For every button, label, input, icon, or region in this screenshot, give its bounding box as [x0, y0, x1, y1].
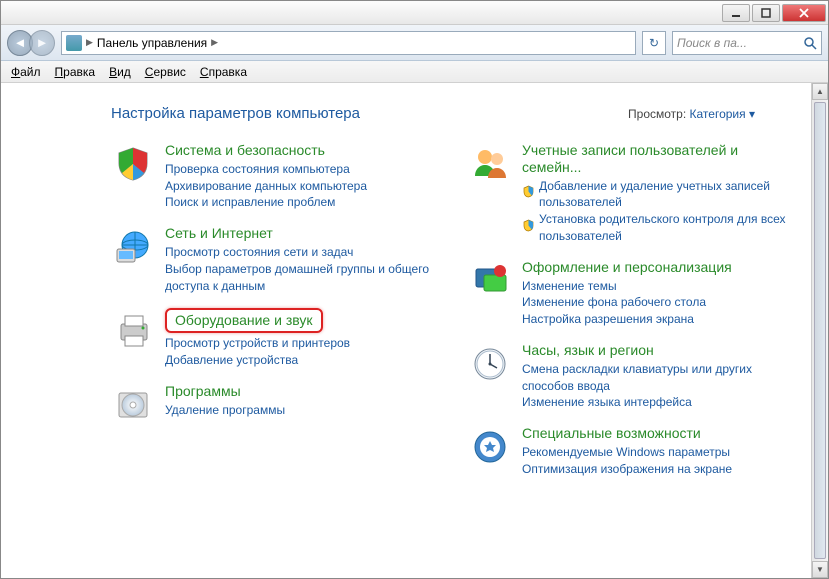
menubar: Файл Правка Вид Сервис Справка: [1, 61, 828, 83]
view-control: Просмотр: Категория ▾: [628, 107, 755, 121]
category-link[interactable]: Добавление устройства: [165, 352, 438, 369]
users-icon: [468, 142, 512, 186]
page-title: Настройка параметров компьютера: [111, 105, 360, 122]
category-link[interactable]: Изменение темы: [522, 278, 795, 295]
scroll-down-button[interactable]: ▼: [812, 561, 828, 578]
category-link[interactable]: Установка родительского контроля для все…: [522, 211, 795, 245]
navbar: ◄ ► ▶ Панель управления ▶ ↻ Поиск в па..…: [1, 25, 828, 61]
disc-icon: [111, 383, 155, 427]
menu-правка[interactable]: Правка: [55, 65, 96, 79]
category-title[interactable]: Система и безопасность: [165, 142, 438, 159]
control-panel-icon: [66, 35, 82, 51]
category-clock: Часы, язык и регион Смена раскладки клави…: [468, 342, 795, 411]
category-title[interactable]: Учетные записи пользователей и семейн...: [522, 142, 795, 176]
category-title[interactable]: Программы: [165, 383, 438, 400]
category-link[interactable]: Добавление и удаление учетных записей по…: [522, 178, 795, 212]
category-link[interactable]: Рекомендуемые Windows параметры: [522, 444, 795, 461]
scrollbar[interactable]: ▲ ▼: [811, 83, 828, 578]
category-link[interactable]: Архивирование данных компьютера: [165, 178, 438, 195]
breadcrumb[interactable]: Панель управления: [97, 36, 207, 50]
category-link[interactable]: Поиск и исправление проблем: [165, 194, 438, 211]
category-link[interactable]: Смена раскладки клавиатуры или других сп…: [522, 361, 795, 395]
category-printer: Оборудование и звук Просмотр устройств и …: [111, 308, 438, 368]
category-appearance: Оформление и персонализация Изменение тем…: [468, 259, 795, 328]
breadcrumb-sep-icon: ▶: [211, 37, 218, 48]
category-ease: Специальные возможности Рекомендуемые Win…: [468, 425, 795, 477]
clock-icon: [468, 342, 512, 386]
category-link[interactable]: Проверка состояния компьютера: [165, 161, 438, 178]
category-globe: Сеть и Интернет Просмотр состояния сети и…: [111, 225, 438, 294]
titlebar: [1, 1, 828, 25]
menu-файл[interactable]: Файл: [11, 65, 41, 79]
search-icon: [803, 36, 817, 50]
uac-shield-icon: [522, 219, 535, 237]
category-link[interactable]: Просмотр устройств и принтеров: [165, 335, 438, 352]
category-disc: Программы Удаление программы: [111, 383, 438, 427]
shield-icon: [111, 142, 155, 186]
category-link[interactable]: Выбор параметров домашней группы и общег…: [165, 261, 438, 295]
category-shield: Система и безопасность Проверка состояния…: [111, 142, 438, 211]
uac-shield-icon: [522, 185, 535, 203]
category-title[interactable]: Часы, язык и регион: [522, 342, 795, 359]
close-button[interactable]: [782, 4, 826, 22]
refresh-button[interactable]: ↻: [642, 31, 666, 55]
menu-справка[interactable]: Справка: [200, 65, 247, 79]
search-input[interactable]: Поиск в па...: [672, 31, 822, 55]
category-title[interactable]: Оборудование и звук: [165, 308, 323, 333]
category-title[interactable]: Сеть и Интернет: [165, 225, 438, 242]
breadcrumb-sep-icon: ▶: [86, 37, 93, 48]
menu-сервис[interactable]: Сервис: [145, 65, 186, 79]
category-link[interactable]: Настройка разрешения экрана: [522, 311, 795, 328]
forward-button[interactable]: ►: [29, 30, 55, 56]
maximize-button[interactable]: [752, 4, 780, 22]
printer-icon: [111, 308, 155, 352]
category-link[interactable]: Оптимизация изображения на экране: [522, 461, 795, 478]
scroll-thumb[interactable]: [814, 102, 826, 559]
chevron-down-icon: ▾: [749, 107, 755, 121]
category-link[interactable]: Изменение фона рабочего стола: [522, 294, 795, 311]
category-link[interactable]: Удаление программы: [165, 402, 438, 419]
address-bar[interactable]: ▶ Панель управления ▶: [61, 31, 636, 55]
menu-вид[interactable]: Вид: [109, 65, 131, 79]
category-users: Учетные записи пользователей и семейн...…: [468, 142, 795, 245]
view-dropdown[interactable]: Категория ▾: [690, 107, 755, 121]
category-title[interactable]: Специальные возможности: [522, 425, 795, 442]
scroll-up-button[interactable]: ▲: [812, 83, 828, 100]
minimize-button[interactable]: [722, 4, 750, 22]
category-link[interactable]: Изменение языка интерфейса: [522, 394, 795, 411]
ease-icon: [468, 425, 512, 469]
view-label: Просмотр:: [628, 107, 686, 121]
main-content: Настройка параметров компьютера Просмотр…: [1, 83, 811, 578]
appearance-icon: [468, 259, 512, 303]
globe-icon: [111, 225, 155, 269]
category-title[interactable]: Оформление и персонализация: [522, 259, 795, 276]
search-placeholder: Поиск в па...: [677, 36, 747, 50]
category-link[interactable]: Просмотр состояния сети и задач: [165, 244, 438, 261]
